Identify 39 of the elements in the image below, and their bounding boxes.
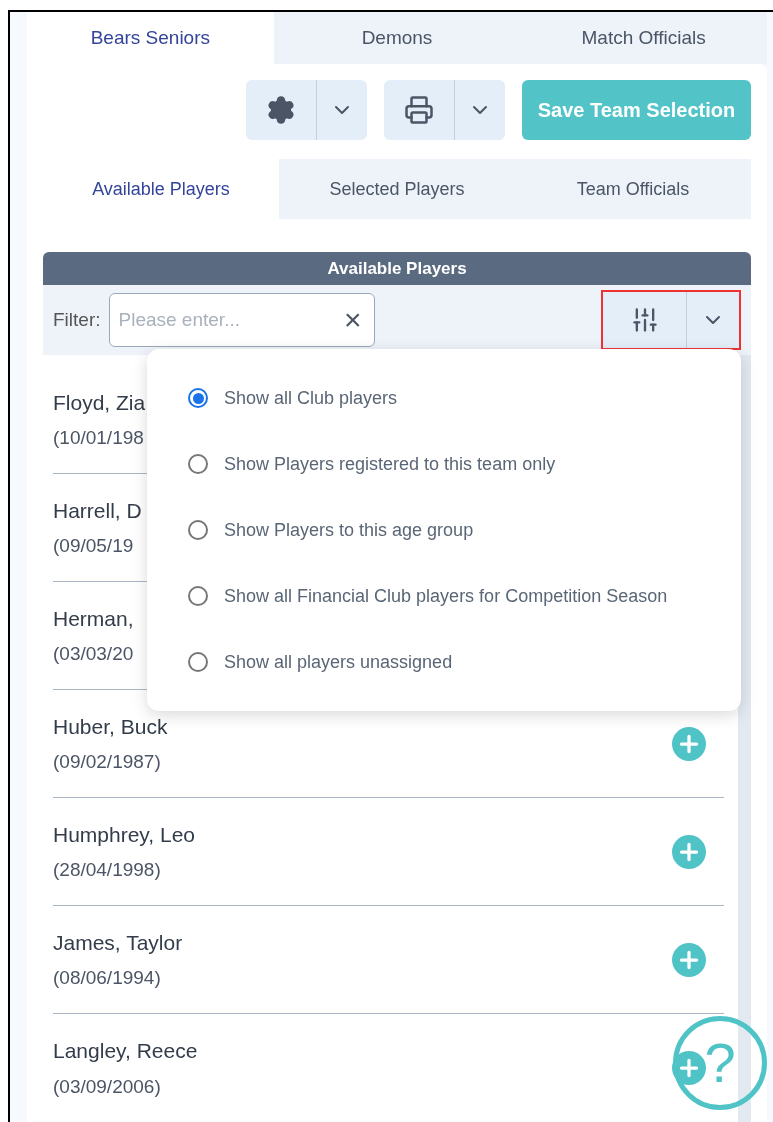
filter-label: Filter: [53, 307, 101, 332]
radio-button[interactable] [188, 652, 208, 672]
player-name: Huber, Buck [53, 713, 168, 740]
printer-icon [404, 95, 434, 125]
player-dob: (09/05/19 [53, 534, 134, 558]
sliders-icon [630, 306, 659, 334]
radio-button[interactable] [188, 520, 208, 540]
player-name: Langley, Reece [53, 1038, 198, 1064]
print-dropdown-button[interactable] [384, 80, 505, 140]
filter-option[interactable]: Show all Club players [188, 380, 741, 416]
players-tab[interactable]: Selected Players [279, 159, 515, 219]
clear-button[interactable]: × [343, 305, 362, 335]
filter-input[interactable]: Please enter... × [108, 293, 375, 347]
players-tab[interactable]: Team Officials [515, 159, 751, 219]
player-dob: (09/02/1987) [53, 750, 161, 774]
filter-option[interactable]: Show all players unassigned [188, 644, 741, 680]
player-name: Floyd, Zia [53, 389, 146, 416]
filter-option[interactable]: Show Players registered to this team only [188, 446, 741, 482]
panel-header: Available Players [43, 252, 751, 285]
radio-button[interactable] [188, 454, 208, 474]
team-tab[interactable]: Match Officials [520, 12, 767, 64]
filter-option[interactable]: Show all Financial Club players for Competition Season [188, 578, 741, 614]
filter-option[interactable]: Show Players to this age group [188, 512, 741, 548]
player-name: Harrell, D [53, 497, 142, 524]
radio-button[interactable] [188, 586, 208, 606]
team-tab[interactable]: Demons [273, 12, 521, 64]
player-dob: (28/04/1998) [53, 858, 161, 882]
filter-options-button[interactable] [601, 290, 741, 350]
settings-dropdown-button[interactable] [246, 80, 367, 140]
player-dob: (10/01/198 [53, 426, 144, 450]
player-dob: (03/03/20 [53, 642, 134, 666]
radio-button[interactable] [188, 388, 208, 408]
settings-icon [266, 95, 296, 125]
player-name: Humphrey, Leo [53, 821, 196, 848]
player-dob: (03/09/2006) [53, 1074, 161, 1099]
player-name: Herman, [53, 605, 134, 632]
player-name: James, Taylor [53, 929, 183, 956]
player-dob: (08/06/1994) [53, 966, 161, 990]
team-tab[interactable]: Bears Seniors [27, 12, 274, 64]
